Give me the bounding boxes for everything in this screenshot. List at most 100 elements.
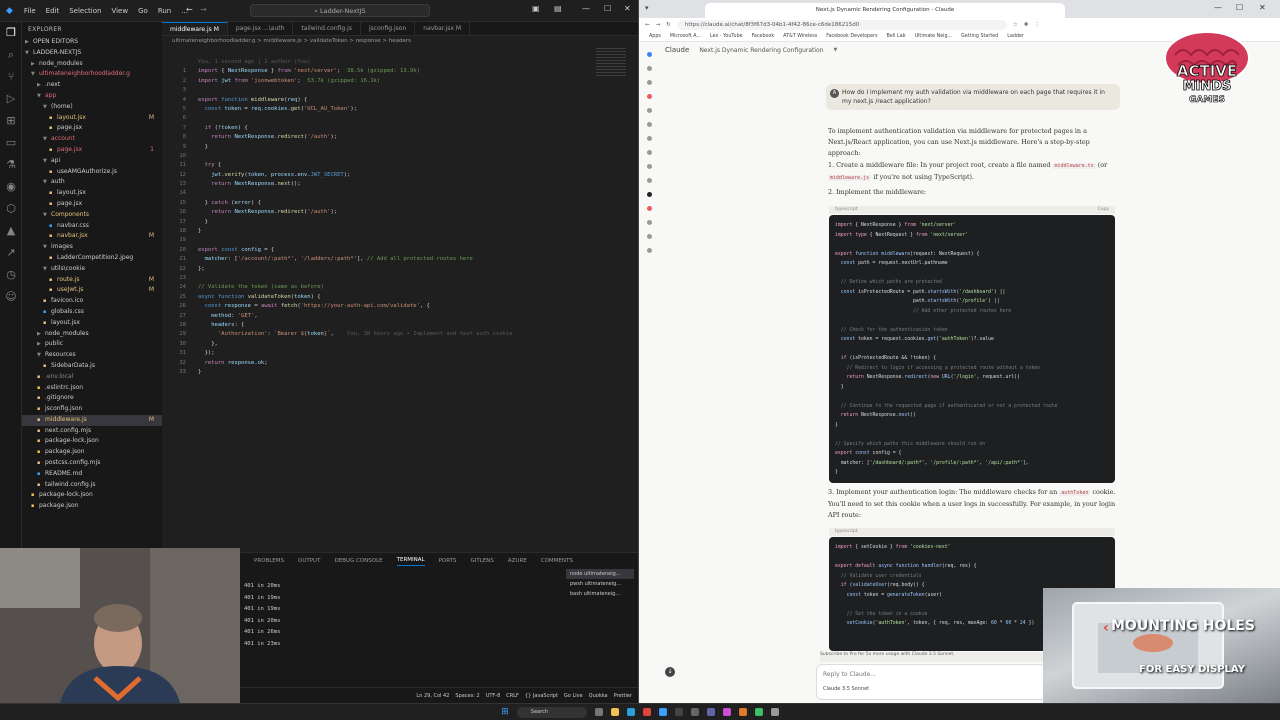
remote-explorer-icon[interactable]: ▭ [0,132,22,154]
terminal-instance[interactable]: bash ultimateneig... [566,589,634,599]
status-item[interactable]: Prettier [614,693,632,699]
url-field[interactable]: https://claude.ai/chat/8f3f67d3-04b1-4f4… [676,20,1007,30]
editor-tab[interactable]: jsconfig.json [361,22,416,35]
claude-logo[interactable]: Claude [665,46,689,54]
scroll-down-icon[interactable]: ↓ [665,667,675,677]
editor-tab[interactable]: middleware.js M [162,22,228,35]
tree-file[interactable]: ▪ globals.css [22,307,162,318]
bookmark-item[interactable]: AT&T Wireless [783,34,817,39]
sidebar-dot-icon[interactable] [646,234,652,239]
maximize-icon[interactable]: ☐ [604,4,611,13]
reload-icon[interactable]: ↻ [666,22,671,28]
history-icon[interactable] [646,122,652,127]
bookmark-item[interactable]: Facebook Developers [826,34,877,39]
tree-file[interactable]: ▪ jsconfig.json [22,404,162,415]
search-view-icon[interactable]: ⌕ [0,44,22,66]
terminal-instance[interactable]: pwsh ultimateneig... [566,579,634,589]
folder-icon[interactable] [646,136,652,141]
bookmark-item[interactable]: Lex - YouTube [710,34,743,39]
app-icon[interactable] [738,708,747,716]
panel-tab-problems[interactable]: PROBLEMS [254,558,284,564]
bookmark-item[interactable]: Ultimate Neig... [915,34,953,39]
tree-file[interactable]: ▪ LadderCompetition2.jpeg [22,253,162,264]
editor-tab[interactable]: page.jsx ...\auth [228,22,294,35]
browser-close-icon[interactable]: ✕ [1259,3,1266,12]
vscode-taskbar-icon[interactable] [658,708,667,716]
teams-icon[interactable] [706,708,715,716]
tab-actions-icon[interactable]: ▾ [645,4,649,12]
task-view-icon[interactable] [594,708,603,716]
sidebar-dot-icon[interactable] [646,192,652,197]
back-icon[interactable]: ← [645,22,650,28]
tree-file[interactable]: ▪ layout.jsx [22,318,162,329]
tree-file[interactable]: ▪ page.jsx 1 [22,145,162,156]
bookmark-star-icon[interactable]: ☆ [1013,22,1018,28]
bookmark-item[interactable]: Microsoft A... [670,34,701,39]
model-selector[interactable]: Claude 3.5 Sonnet [823,686,1039,692]
status-item[interactable]: Quokka [589,693,608,699]
obs-icon[interactable] [690,708,699,716]
menu-item-selection[interactable]: Selection [69,7,101,15]
nav-forward-icon[interactable]: → [200,5,207,14]
tree-folder[interactable]: ▶ node_modules [22,59,162,70]
testing-icon[interactable]: ⚗ [0,154,22,176]
docker-icon[interactable]: ⬡ [0,198,22,220]
nav-back-icon[interactable]: ← [186,5,193,14]
minimize-icon[interactable]: — [582,4,590,13]
share-icon[interactable] [646,150,652,155]
chrome-icon[interactable] [642,708,651,716]
layout-icon[interactable]: ▣ [532,4,540,13]
breadcrumb[interactable]: ultimateneighborhoodladder.g > middlewar… [162,36,638,46]
code-block-1[interactable]: import { NextResponse } from 'next/serve… [829,215,1115,483]
tree-file[interactable]: ▪ package-lock.json [22,490,162,501]
starred-icon[interactable] [646,94,652,99]
tree-folder[interactable]: ▶ .next [22,80,162,91]
status-item[interactable]: Spaces: 2 [455,693,479,699]
panel-tab-gitlens[interactable]: GITLENS [471,558,494,564]
app-icon[interactable] [722,708,731,716]
file-explorer-icon[interactable] [610,708,619,716]
tree-file[interactable]: ▪ layout.jsx [22,188,162,199]
azure-icon[interactable]: ▲ [0,220,22,242]
tree-file[interactable]: ▪ next.config.mjs [22,426,162,437]
extensions-icon[interactable]: ⊞ [0,110,22,132]
bookmark-item[interactable]: Facebook [752,34,775,39]
tree-folder[interactable]: ▶ public [22,339,162,350]
tree-file[interactable]: ▪ README.md [22,469,162,480]
panel-tab-output[interactable]: OUTPUT [298,558,320,564]
tree-folder[interactable]: ▼ (home) [22,102,162,113]
workspace-section[interactable]: ▼ LADDER-NEXTJS [22,48,162,59]
live-share-icon[interactable]: ↗ [0,242,22,264]
terminal-instance[interactable]: node ultimateneig... [566,569,634,579]
sidebar-dot-icon[interactable] [646,220,652,225]
tree-file[interactable]: ▪ .gitignore [22,393,162,404]
tree-file[interactable]: ▪ favicon.ico [22,296,162,307]
status-item[interactable]: CRLF [506,693,519,699]
tree-folder[interactable]: ▼ utils\cookie [22,264,162,275]
forward-icon[interactable]: → [656,22,661,28]
sidebar-dot-icon[interactable] [646,178,652,183]
status-item[interactable]: {} JavaScript [525,693,558,699]
tree-folder[interactable]: ▼ Components [22,210,162,221]
gitlens-icon[interactable]: ◉ [0,176,22,198]
panel-tab-comments[interactable]: COMMENTS [541,558,573,564]
source-control-icon[interactable]: ⑂ [0,66,22,88]
tree-file[interactable]: ▪ navbar.css [22,221,162,232]
browser-menu-icon[interactable]: ⋮ [1034,22,1040,28]
explorer-icon[interactable]: ❐ [0,22,22,44]
extensions-puzzle-icon[interactable]: ✚ [1024,22,1029,28]
minimap[interactable] [596,48,626,78]
tree-file[interactable]: ▪ route.js M [22,275,162,286]
recent-icon[interactable] [646,108,652,113]
editor-tab[interactable]: navbar.jsx M [415,22,471,35]
edge-icon[interactable] [626,708,635,716]
bookmark-item[interactable]: Bell Lab [887,34,906,39]
app-icon[interactable] [754,708,763,716]
add-icon[interactable] [646,248,652,253]
tree-file[interactable]: ▪ useJwt.js M [22,285,162,296]
panel-tab-azure[interactable]: AZURE [508,558,527,564]
status-item[interactable]: UTF-8 [486,693,501,699]
panel-tab-debugconsole[interactable]: DEBUG CONSOLE [334,558,382,564]
browser-minimize-icon[interactable]: — [1214,3,1222,12]
tree-folder[interactable]: ▶ node_modules [22,329,162,340]
